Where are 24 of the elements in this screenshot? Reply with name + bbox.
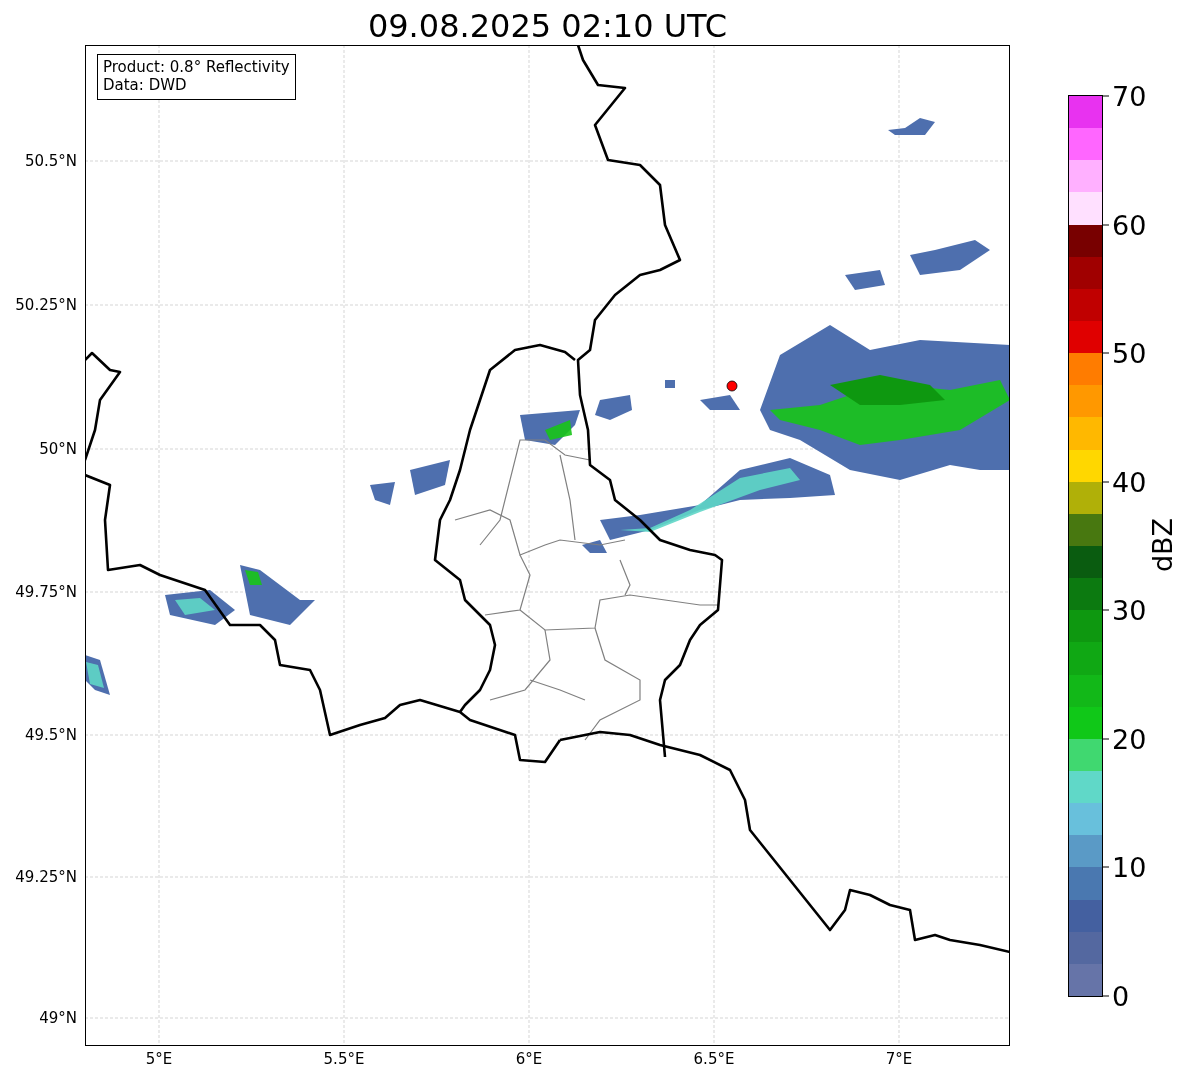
axis-tick-label: 49°N	[39, 1010, 77, 1026]
axis-tick-label: 50.25°N	[15, 297, 77, 313]
colorbar-tick-label: 50	[1112, 339, 1147, 367]
axis-tick-label: 5°E	[145, 1052, 173, 1067]
info-text: Product: 0.8° Reflectivity	[103, 58, 290, 76]
colorbar-tick-label: 0	[1112, 982, 1130, 1010]
axis-tick-label: 6°E	[515, 1052, 543, 1067]
axis-tick-label: 5.5°E	[323, 1052, 365, 1067]
colorbar-tick-label: 10	[1112, 853, 1147, 881]
axis-tick-label: 7°E	[885, 1052, 913, 1067]
axis-tick-label: 49.5°N	[24, 727, 77, 743]
colorbar-tick-label: 40	[1112, 468, 1147, 496]
colorbar-tick-label: 20	[1112, 725, 1147, 753]
colorbar-tick-label: 60	[1112, 211, 1147, 239]
info-text: Data: DWD	[103, 76, 188, 94]
axis-tick-label: 6.5°E	[693, 1052, 735, 1067]
axis-tick-label: 49.25°N	[15, 869, 77, 885]
axis-tick-label: 50°N	[39, 441, 77, 457]
chart-title: 09.08.2025 02:10 UTC	[367, 9, 728, 42]
axis-tick-label: 50.5°N	[24, 153, 77, 169]
colorbar-label: dBZ	[1148, 517, 1176, 573]
colorbar-tick-label: 70	[1112, 82, 1147, 110]
colorbar-tick-label: 30	[1112, 596, 1147, 624]
axis-tick-label: 49.75°N	[15, 584, 77, 600]
